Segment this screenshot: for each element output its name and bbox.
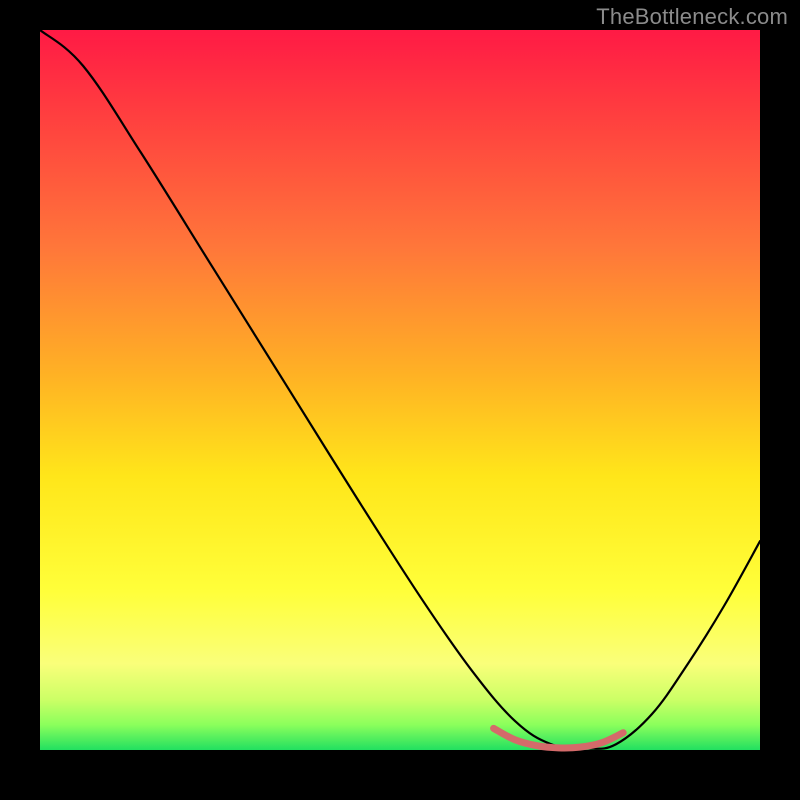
chart-container: TheBottleneck.com xyxy=(0,0,800,800)
watermark-text: TheBottleneck.com xyxy=(596,4,788,30)
plot-background xyxy=(40,30,760,750)
bottleneck-chart xyxy=(0,0,800,800)
